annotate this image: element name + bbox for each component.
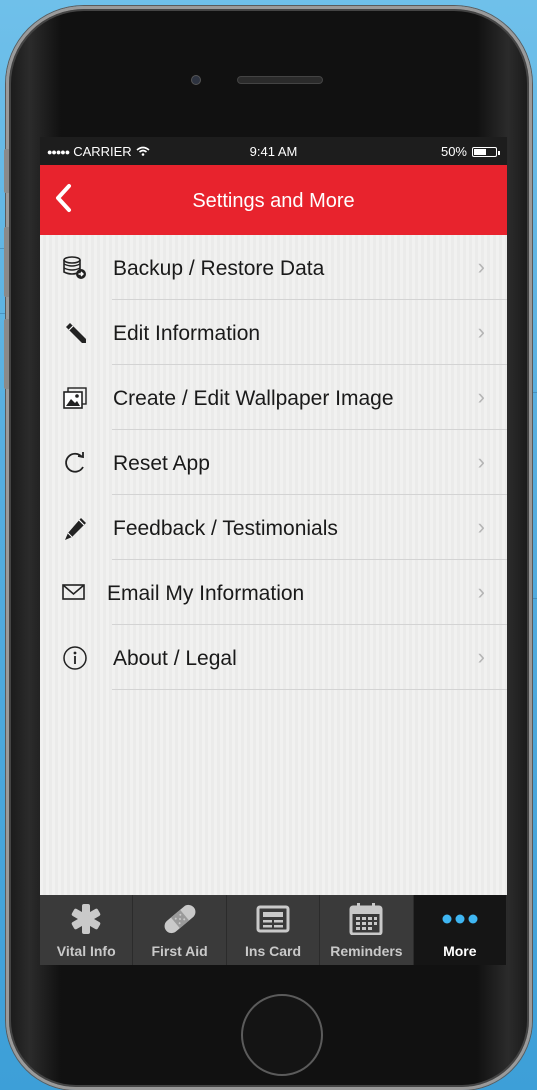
chevron-right-icon: ›: [477, 514, 485, 539]
tab-ins-card[interactable]: Ins Card: [227, 895, 321, 965]
card-icon: [227, 903, 319, 935]
chevron-right-icon: ›: [477, 254, 485, 279]
chevron-right-icon: ›: [477, 449, 485, 474]
tab-bar: Vital Info First Aid Ins Card Reminders …: [40, 895, 507, 965]
menu-item-label: Email My Information: [107, 582, 305, 605]
menu-item-label: Edit Information: [113, 322, 261, 345]
tab-label: First Aid: [151, 943, 208, 959]
home-button[interactable]: [241, 994, 323, 1076]
menu-item-label: Feedback / Testimonials: [113, 517, 338, 540]
tab-label: Reminders: [330, 943, 403, 959]
menu-item-label: Create / Edit Wallpaper Image: [113, 387, 394, 410]
tab-reminders[interactable]: Reminders: [320, 895, 414, 965]
menu-item-label: Reset App: [113, 452, 210, 475]
battery-percent: 50%: [440, 144, 467, 159]
settings-list: Backup / Restore Data › Edit Information…: [40, 235, 507, 895]
menu-item-email-information[interactable]: Email My Information ›: [40, 560, 507, 625]
tab-label: Vital Info: [56, 943, 116, 959]
pen-icon: [62, 515, 88, 541]
menu-item-label: Backup / Restore Data: [113, 257, 325, 280]
menu-item-reset-app[interactable]: Reset App ›: [40, 430, 507, 495]
tab-label: Ins Card: [245, 943, 302, 959]
earpiece-speaker: [237, 76, 323, 84]
status-time: 9:41 AM: [249, 144, 298, 159]
front-camera: [191, 75, 201, 85]
chevron-right-icon: ›: [477, 319, 485, 344]
menu-item-wallpaper-image[interactable]: Create / Edit Wallpaper Image ›: [40, 365, 507, 430]
tab-more[interactable]: More: [413, 895, 507, 965]
image-icon: [62, 385, 88, 411]
status-bar: ●●●●● CARRIER 9:41 AM 50%: [40, 137, 507, 165]
menu-item-edit-information[interactable]: Edit Information ›: [40, 300, 507, 365]
chevron-right-icon: ›: [477, 384, 485, 409]
more-dots-icon: [414, 903, 506, 935]
volume-up-button: [4, 227, 9, 297]
info-icon: [62, 645, 88, 671]
menu-item-about-legal[interactable]: About / Legal ›: [40, 625, 507, 690]
page-title: Settings and More: [192, 190, 355, 212]
chevron-right-icon: ›: [477, 579, 485, 604]
calendar-icon: [320, 903, 412, 935]
envelope-icon: [62, 582, 88, 608]
tab-vital-info[interactable]: Vital Info: [40, 895, 134, 965]
menu-item-backup-restore[interactable]: Backup / Restore Data ›: [40, 235, 507, 300]
pencil-icon: [62, 320, 88, 346]
database-restore-icon: [62, 255, 88, 281]
navigation-bar: Settings and More: [40, 165, 507, 235]
app-screen: ●●●●● CARRIER 9:41 AM 50% Settings and M…: [40, 137, 507, 965]
volume-down-button: [4, 319, 9, 389]
battery-icon: [472, 146, 500, 157]
divider: [112, 689, 507, 690]
menu-item-label: About / Legal: [113, 647, 237, 670]
asterisk-icon: [40, 903, 132, 935]
tab-first-aid[interactable]: First Aid: [133, 895, 227, 965]
refresh-icon: [62, 450, 88, 476]
bandage-icon: [133, 903, 225, 935]
chevron-right-icon: ›: [477, 644, 485, 669]
mute-switch: [4, 149, 9, 193]
tab-label: More: [443, 943, 477, 959]
menu-item-feedback[interactable]: Feedback / Testimonials ›: [40, 495, 507, 560]
